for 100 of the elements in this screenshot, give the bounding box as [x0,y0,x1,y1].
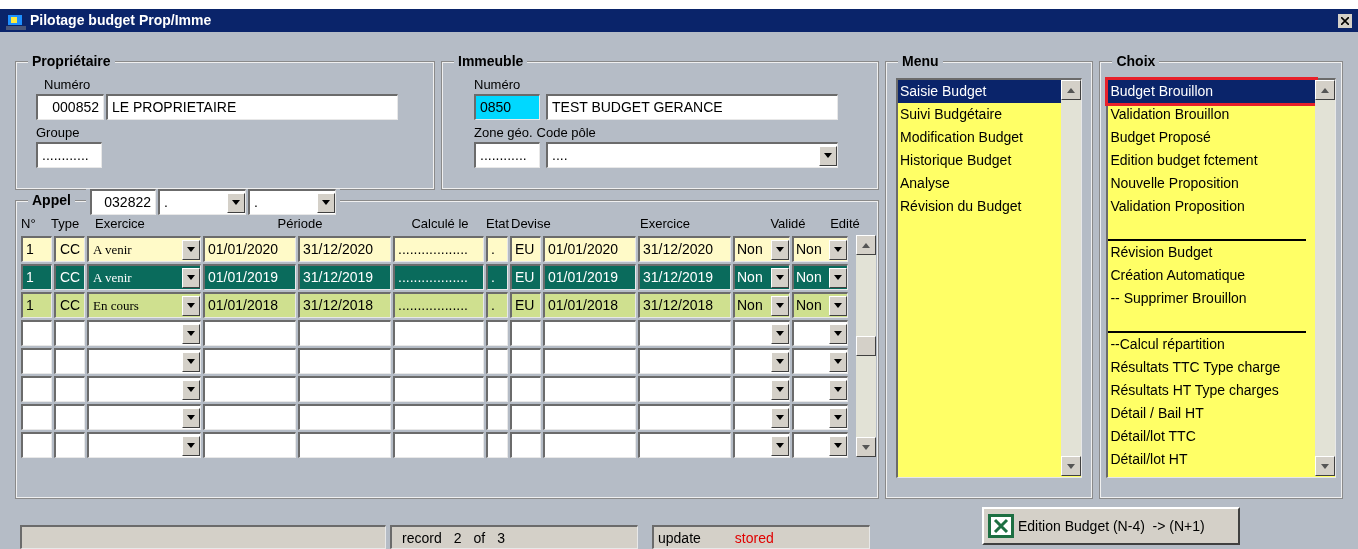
menu-item[interactable]: Résultats HT Type charges [1108,379,1315,402]
name-field[interactable]: TEST BUDGET GERANCE [546,94,838,120]
dropdown-button[interactable] [829,407,847,428]
edition-button[interactable]: Edition Budget (N-4) -> (N+1) [982,507,1240,545]
dropdown-field[interactable]: . [158,189,246,215]
scroll-down-icon[interactable] [856,437,876,457]
dropdown-field[interactable]: A venir [87,236,201,262]
scroll-up-icon[interactable] [1315,80,1335,100]
dropdown-button[interactable] [771,267,789,288]
menu-item[interactable]: Budget Proposé [1108,126,1315,149]
menu-item[interactable]: Création Automatique [1108,264,1315,287]
dropdown-button[interactable] [829,295,847,316]
dropdown-button[interactable] [182,379,200,400]
scroll-bar[interactable] [856,235,876,457]
close-icon[interactable] [1338,13,1352,28]
dropdown-button[interactable] [829,239,847,260]
menu-item[interactable]: Analyse [898,172,1062,195]
dropdown-field[interactable] [87,376,201,402]
field-label: Code pôle [536,124,596,142]
menu-item[interactable]: Détail/lot HT [1108,448,1315,471]
dropdown-field[interactable]: .... [546,142,838,168]
menu-item[interactable]: Historique Budget [898,149,1062,172]
scroll-thumb[interactable] [856,336,876,356]
caret-icon [776,331,784,336]
dropdown-button[interactable] [771,351,789,372]
table-cell [54,404,85,430]
dropdown-field[interactable]: Non [733,236,790,262]
dropdown-button[interactable] [182,435,200,456]
menu-item[interactable]: Budget Brouillon [1108,80,1315,103]
menu-item[interactable]: Détail / Bail HT [1108,402,1315,425]
dropdown-field[interactable] [733,404,790,430]
dropdown-button[interactable] [819,145,837,166]
dropdown-button[interactable] [182,407,200,428]
dropdown-button[interactable] [182,323,200,344]
dropdown-field[interactable] [792,404,848,430]
scroll-bar[interactable] [1061,80,1082,476]
dropdown-button[interactable] [182,267,200,288]
dropdown-button[interactable] [771,295,789,316]
number-field[interactable]: 0850 [474,94,540,120]
menu-item[interactable]: Edition budget fctement [1108,149,1315,172]
menu-item[interactable]: Saisie Budget [898,80,1062,103]
dropdown-button[interactable] [771,435,789,456]
dropdown-field[interactable] [733,432,790,458]
caret-icon [232,200,240,205]
dropdown-field[interactable] [87,404,201,430]
dropdown-button[interactable] [227,192,245,213]
group-field[interactable]: ............ [36,142,102,168]
dropdown-field[interactable] [87,432,201,458]
menu-item[interactable]: Révision Budget [1108,241,1315,264]
dropdown-button[interactable] [829,267,847,288]
scroll-up-icon[interactable] [856,235,876,255]
dropdown-field[interactable] [792,376,848,402]
menu-item[interactable]: Validation Proposition [1108,195,1315,218]
dropdown-button[interactable] [771,239,789,260]
column-header: Type [51,215,80,231]
dropdown-button[interactable] [771,323,789,344]
menu-item[interactable]: --Calcul répartition [1108,333,1315,356]
dropdown-button[interactable] [829,435,847,456]
dropdown-button[interactable] [771,407,789,428]
dropdown-button[interactable] [317,192,335,213]
dropdown-button[interactable] [182,239,200,260]
dropdown-field[interactable]: Non [792,236,848,262]
dropdown-field[interactable] [792,320,848,346]
dropdown-field[interactable] [733,348,790,374]
dropdown-field[interactable]: A venir [87,264,201,290]
dropdown-button[interactable] [829,351,847,372]
dropdown-field[interactable] [733,320,790,346]
dropdown-button[interactable] [829,379,847,400]
dropdown-field[interactable]: Non [792,292,848,318]
table-cell: CC [54,292,85,318]
scroll-down-icon[interactable] [1315,456,1335,476]
menu-item[interactable]: Nouvelle Proposition [1108,172,1315,195]
dropdown-field[interactable] [792,432,848,458]
dropdown-button[interactable] [182,351,200,372]
menu-item[interactable]: -- Supprimer Brouillon [1108,287,1315,310]
dropdown-field[interactable]: . [248,189,336,215]
number-field[interactable]: 000852 [36,94,104,120]
dropdown-button[interactable] [182,295,200,316]
menu-item[interactable]: Suivi Budgétaire [898,103,1062,126]
menu-item[interactable]: Résultats TTC Type charge [1108,356,1315,379]
scroll-bar[interactable] [1315,80,1335,476]
scroll-down-icon[interactable] [1061,456,1082,476]
dropdown-button[interactable] [771,379,789,400]
dropdown-field[interactable] [87,348,201,374]
dropdown-field[interactable]: Non [792,264,848,290]
name-field[interactable]: LE PROPRIETAIRE [106,94,398,120]
dropdown-button[interactable] [829,323,847,344]
dropdown-field[interactable] [733,376,790,402]
menu-item[interactable]: Révision du Budget [898,195,1062,218]
code-field[interactable]: 032822 [90,189,156,215]
menu-item[interactable]: Modification Budget [898,126,1062,149]
dropdown-field[interactable]: Non [733,264,790,290]
menu-item[interactable]: Validation Brouillon [1108,103,1315,126]
zone-field[interactable]: ............ [474,142,540,168]
dropdown-field[interactable] [87,320,201,346]
dropdown-field[interactable]: Non [733,292,790,318]
menu-item[interactable]: Détail/lot TTC [1108,425,1315,448]
scroll-up-icon[interactable] [1061,80,1082,100]
dropdown-field[interactable]: En cours [87,292,201,318]
dropdown-field[interactable] [792,348,848,374]
